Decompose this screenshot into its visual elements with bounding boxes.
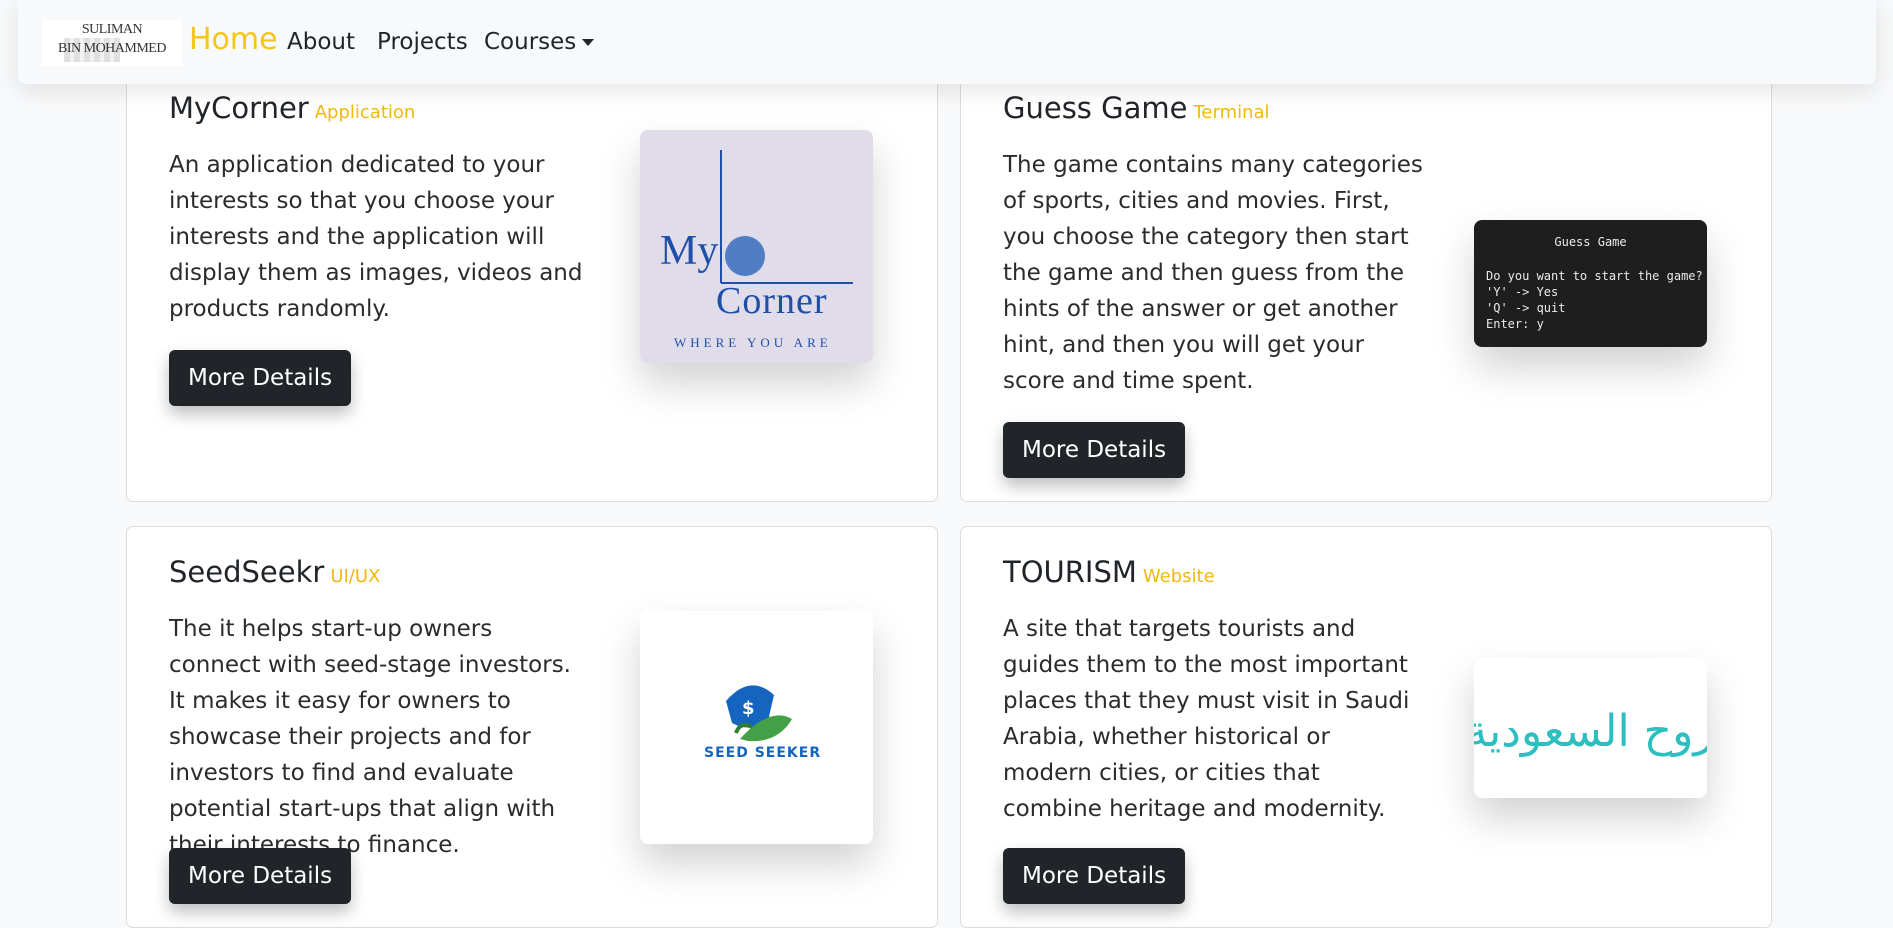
logo-line1: SULIMAN bbox=[81, 22, 143, 37]
brand-logo[interactable]: SULIMAN BIN MOHAMMED bbox=[42, 20, 182, 66]
nav-home-link[interactable]: Home bbox=[189, 22, 278, 57]
tourism-logo-icon: روح السعودية bbox=[1474, 706, 1707, 757]
project-title: MyCorner Application bbox=[169, 91, 415, 125]
project-card-tourism: TOURISM Website A site that targets touri… bbox=[960, 526, 1772, 928]
terminal-title: Guess Game bbox=[1554, 235, 1627, 249]
more-details-button[interactable]: More Details bbox=[1003, 848, 1186, 904]
logo-line2: BIN MOHAMMED bbox=[58, 41, 166, 56]
project-tag: Application bbox=[314, 102, 416, 123]
nav-projects-link[interactable]: Projects bbox=[377, 29, 468, 55]
tourism-logo-image: روح السعودية bbox=[1474, 658, 1707, 798]
terminal-enter: Enter: y bbox=[1486, 317, 1544, 331]
project-tag: Terminal bbox=[1193, 102, 1270, 123]
terminal-screenshot: Guess Game Do you want to start the game… bbox=[1474, 220, 1707, 347]
project-card-mycorner: MyCorner Application An application dedic… bbox=[126, 40, 938, 502]
tourism-arabic-text: روح السعودية bbox=[1474, 706, 1707, 757]
terminal-prompt: Do you want to start the game? bbox=[1486, 269, 1703, 283]
terminal-output: Do you want to start the game? 'Y' -> Yes… bbox=[1486, 268, 1703, 332]
more-details-button[interactable]: More Details bbox=[169, 350, 352, 406]
more-details-button[interactable]: More Details bbox=[169, 848, 352, 904]
navbar: SULIMAN BIN MOHAMMED Home About Projects… bbox=[18, 0, 1876, 84]
project-card-seedseekr: SeedSeekr UI/UX The it helps start-up own… bbox=[126, 526, 938, 928]
project-description: The it helps start-up owners connect wit… bbox=[169, 616, 571, 858]
project-description: A site that targets tourists and guides … bbox=[1003, 616, 1410, 822]
seedseeker-logo-icon: $ SEED SEEKER bbox=[704, 685, 821, 761]
terminal-option-yes: 'Y' -> Yes bbox=[1486, 285, 1559, 299]
project-description: An application dedicated to your interes… bbox=[169, 152, 583, 322]
seedseeker-wordmark: SEED SEEKER bbox=[704, 745, 821, 761]
project-title: Guess Game Terminal bbox=[1003, 91, 1270, 125]
project-title-text: SeedSeekr bbox=[169, 555, 325, 589]
nav-courses-dropdown[interactable]: Courses bbox=[484, 29, 595, 55]
project-tag: UI/UX bbox=[330, 566, 381, 587]
nav-courses-label: Courses bbox=[484, 29, 577, 55]
terminal-option-quit: 'Q' -> quit bbox=[1486, 301, 1566, 315]
seedseeker-dollar-symbol: $ bbox=[742, 698, 755, 719]
project-title: SeedSeekr UI/UX bbox=[169, 555, 380, 589]
project-description: The game contains many categories of spo… bbox=[1003, 152, 1423, 394]
nav-about-link[interactable]: About bbox=[287, 29, 355, 55]
seedseeker-logo-image: $ SEED SEEKER bbox=[640, 611, 873, 844]
chevron-down-icon bbox=[582, 39, 595, 46]
mycorner-corner-text: Corner bbox=[716, 280, 828, 322]
project-title: TOURISM Website bbox=[1003, 555, 1215, 589]
mycorner-my-text: My bbox=[660, 228, 718, 274]
project-title-text: TOURISM bbox=[1003, 555, 1137, 589]
project-title-text: MyCorner bbox=[169, 91, 309, 125]
mycorner-logo-image: My Corner WHERE YOU ARE bbox=[640, 130, 873, 363]
mycorner-tagline: WHERE YOU ARE bbox=[674, 335, 832, 350]
mycorner-logo-icon: My Corner WHERE YOU ARE bbox=[660, 150, 853, 350]
more-details-button[interactable]: More Details bbox=[1003, 422, 1186, 478]
project-title-text: Guess Game bbox=[1003, 91, 1188, 125]
project-tag: Website bbox=[1142, 566, 1215, 587]
project-card-guess-game: Guess Game Terminal The game contains man… bbox=[960, 40, 1772, 502]
